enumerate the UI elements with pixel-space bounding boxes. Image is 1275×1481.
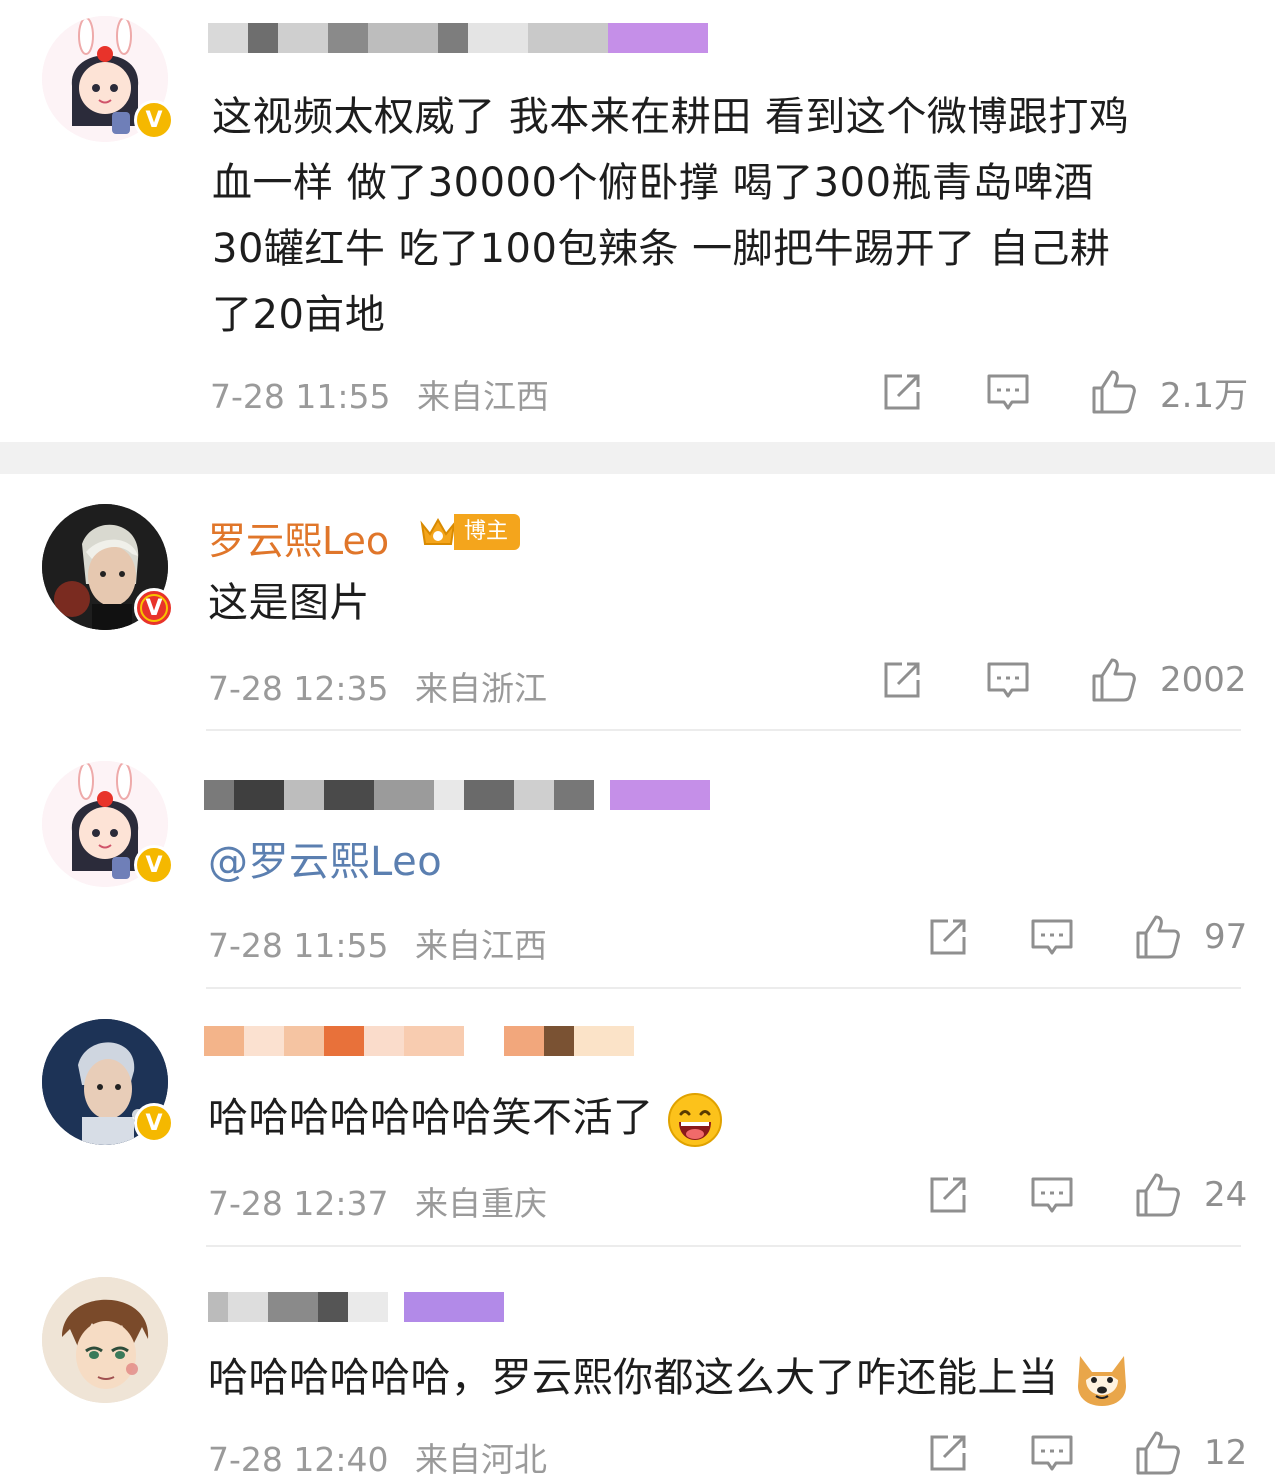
laughing-emoji-icon	[667, 1093, 722, 1147]
like-icon[interactable]	[1134, 913, 1182, 961]
anime-boy-avatar-icon	[42, 1277, 168, 1403]
comment-text: 哈哈哈哈哈哈哈笑不活了	[208, 1085, 723, 1151]
share-icon[interactable]	[880, 370, 924, 414]
comment-icon[interactable]	[1030, 1173, 1074, 1217]
comment-location: 来自河北	[415, 1440, 547, 1479]
section-divider	[0, 442, 1275, 474]
like-count: 12	[1204, 1433, 1248, 1473]
username-redacted	[208, 16, 708, 60]
avatar[interactable]: V	[42, 1019, 174, 1145]
comment-item: V 哈哈哈哈哈哈哈笑不活了 7-28 12:37 来自重庆 24	[0, 989, 1275, 1245]
verified-badge-icon: V	[134, 1103, 174, 1143]
comment-item: V 罗云熙Leo 博主 这是图片 7-28 12:35 来自浙江 2002	[0, 474, 1275, 730]
comment-item: 哈哈哈哈哈哈，罗云熙你都这么大了咋还能上当 7-28 12:40 来自河北 12	[0, 1247, 1275, 1479]
comment-time: 7-28 12:37	[208, 1184, 389, 1223]
comment-item: V @罗云熙Leo 7-28 11:55 来自江西 97	[0, 731, 1275, 987]
comment-actions: 2002	[880, 656, 1247, 704]
comment-meta: 7-28 12:37 来自重庆	[208, 1177, 547, 1225]
share-icon[interactable]	[926, 1431, 970, 1475]
comment-time: 7-28 12:40	[208, 1440, 389, 1479]
username-redacted	[204, 1019, 634, 1063]
comment-location: 来自江西	[417, 377, 549, 416]
comment-location: 来自江西	[415, 926, 547, 965]
comment-meta: 7-28 11:55 来自江西	[210, 370, 549, 418]
comment-text: 这视频太权威了 我本来在耕田 看到这个微博跟打鸡 血一样 做了30000个俯卧撑…	[212, 94, 1130, 338]
like-count: 97	[1204, 917, 1248, 957]
username-redacted	[204, 773, 710, 817]
share-icon[interactable]	[926, 1173, 970, 1217]
comment-text: 哈哈哈哈哈哈，罗云熙你都这么大了咋还能上当	[208, 1345, 1132, 1411]
comment-actions: 97	[926, 913, 1247, 961]
like-icon[interactable]	[1090, 368, 1138, 416]
username[interactable]: 罗云熙Leo	[208, 510, 389, 565]
like-icon[interactable]	[1134, 1429, 1182, 1477]
blogger-badge: 博主	[418, 514, 521, 550]
comment-text: 这是图片	[208, 580, 370, 626]
crown-icon	[420, 517, 456, 545]
comment-meta: 7-28 12:40 来自河北	[208, 1433, 547, 1481]
share-icon[interactable]	[880, 658, 924, 702]
verified-badge-icon: V	[134, 100, 174, 140]
like-count: 24	[1204, 1175, 1248, 1215]
like-icon[interactable]	[1134, 1171, 1182, 1219]
comment-icon[interactable]	[986, 658, 1030, 702]
avatar[interactable]: V	[42, 16, 174, 142]
comment-location: 来自重庆	[415, 1184, 547, 1223]
verified-badge-icon: V	[134, 588, 174, 628]
avatar[interactable]: V	[42, 761, 174, 887]
comment-actions: 12	[926, 1429, 1247, 1477]
comment-icon[interactable]	[1030, 1431, 1074, 1475]
avatar[interactable]	[42, 1277, 168, 1403]
comment-icon[interactable]	[1030, 915, 1074, 959]
share-icon[interactable]	[926, 915, 970, 959]
comment-actions: 2.1万	[880, 368, 1248, 416]
comment-actions: 24	[926, 1171, 1247, 1219]
username-redacted	[208, 1285, 504, 1329]
comment-location: 来自浙江	[415, 669, 547, 708]
comment-time: 7-28 12:35	[208, 669, 389, 708]
comment-time: 7-28 11:55	[208, 926, 389, 965]
like-count: 2002	[1160, 660, 1247, 700]
like-count: 2.1万	[1160, 375, 1249, 416]
comment-time: 7-28 11:55	[210, 377, 391, 416]
mention-link[interactable]: @罗云熙Leo	[208, 829, 442, 895]
avatar[interactable]: V	[42, 504, 174, 630]
comment-meta: 7-28 12:35 来自浙江	[208, 662, 547, 710]
comment-icon[interactable]	[986, 370, 1030, 414]
doge-emoji-icon	[1077, 1356, 1126, 1406]
like-icon[interactable]	[1090, 656, 1138, 704]
comment-item: V 这视频太权威了 我本来在耕田 看到这个微博跟打鸡 血一样 做了30000个俯…	[0, 0, 1275, 440]
verified-badge-icon: V	[134, 845, 174, 885]
comment-meta: 7-28 11:55 来自江西	[208, 919, 547, 967]
